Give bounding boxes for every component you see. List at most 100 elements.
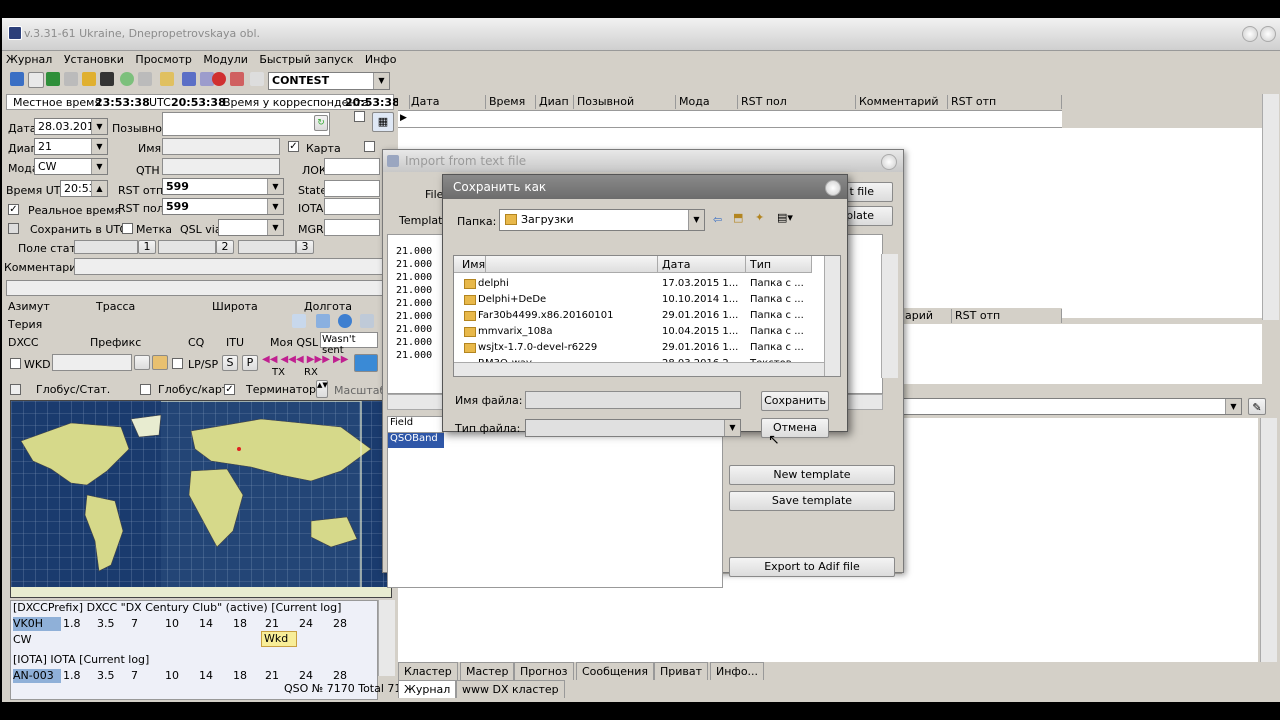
stat-field-1[interactable]: [74, 240, 138, 254]
cluster-scrollbar[interactable]: [1260, 418, 1277, 662]
tab-messages[interactable]: Сообщения: [576, 662, 655, 680]
search-icon[interactable]: [64, 72, 78, 86]
mgr-input[interactable]: [324, 219, 380, 236]
callsign-input[interactable]: [162, 112, 330, 136]
iota-input[interactable]: [324, 198, 380, 215]
col-date[interactable]: Дата: [658, 256, 746, 273]
col-rst-rcvd[interactable]: RST пол: [738, 95, 856, 109]
file-list-vscroll[interactable]: [824, 256, 840, 376]
new-template-button[interactable]: New template: [729, 465, 895, 485]
save-utc-checkbox[interactable]: [8, 223, 19, 234]
chevron-down-icon[interactable]: ▼: [1225, 399, 1241, 414]
back-icon[interactable]: ⇦: [713, 213, 722, 226]
photo-icon[interactable]: [292, 314, 306, 328]
import-preview-vscroll[interactable]: [881, 254, 898, 378]
realtime-checkbox[interactable]: ✓: [8, 204, 19, 215]
date-field[interactable]: 28.03.2016 ▼: [34, 118, 108, 135]
qso-grid-scrollbar[interactable]: [1262, 94, 1279, 320]
col-name[interactable]: Имя ▴: [454, 256, 658, 273]
import-close-button[interactable]: [881, 154, 897, 170]
globe-map-checkbox[interactable]: [140, 384, 151, 395]
minimize-button[interactable]: [1242, 26, 1258, 42]
chevron-down-icon[interactable]: ▼: [373, 73, 389, 89]
chevron-down-icon[interactable]: ▼: [267, 199, 283, 214]
name-input[interactable]: [162, 138, 280, 155]
save-icon[interactable]: [100, 72, 114, 86]
record-icon[interactable]: [212, 72, 226, 86]
chevron-down-icon[interactable]: ▼: [91, 139, 107, 154]
forward-icon[interactable]: [138, 72, 152, 86]
open-icon[interactable]: [28, 72, 44, 88]
wkd-button-2[interactable]: [152, 355, 168, 370]
qslvia-combo[interactable]: ▼: [218, 219, 284, 236]
col-date[interactable]: Дата: [408, 95, 486, 109]
col-callsign[interactable]: Позывной: [574, 95, 676, 109]
map-checkbox[interactable]: ✓: [288, 141, 299, 152]
new-folder-icon[interactable]: ✦: [755, 211, 764, 224]
top-checkbox[interactable]: [354, 111, 365, 122]
user-icon[interactable]: [250, 72, 264, 86]
col-band[interactable]: Диап: [536, 95, 574, 109]
tab-private[interactable]: Приват: [654, 662, 709, 680]
terminator-checkbox[interactable]: ✓: [224, 384, 235, 395]
map-icon[interactable]: [316, 314, 330, 328]
col-type[interactable]: Тип: [746, 256, 812, 273]
menu-quick-launch[interactable]: Быстрый запуск: [255, 51, 357, 68]
qth-input[interactable]: [162, 158, 280, 175]
tab-cluster[interactable]: Кластер: [398, 662, 458, 680]
list-item[interactable]: delphi 17.03.2015 1... Папка с ...: [454, 276, 824, 292]
calendar-icon[interactable]: ▦: [372, 112, 394, 132]
menu-view[interactable]: Просмотр: [131, 51, 195, 68]
folder-combo[interactable]: Загрузки ▼: [499, 209, 705, 231]
chevron-down-icon[interactable]: ▼: [724, 420, 740, 436]
menu-info[interactable]: Инфо: [361, 51, 401, 68]
col-mode[interactable]: Мода: [676, 95, 738, 109]
chevron-down-icon[interactable]: ▼: [267, 179, 283, 194]
list-item[interactable]: mmvarix_108a 10.04.2015 1... Папка с ...: [454, 324, 824, 340]
qso-grid-row[interactable]: ▶: [398, 111, 1062, 128]
view-menu-icon[interactable]: ▤▾: [777, 211, 793, 224]
list-item[interactable]: Delphi+DeDe 10.10.2014 1... Папка с ...: [454, 292, 824, 308]
state-input[interactable]: [324, 180, 380, 197]
stop-icon[interactable]: [182, 72, 196, 86]
wkd-checkbox[interactable]: [10, 358, 21, 369]
utc-time-field[interactable]: 20:53 ▲: [60, 180, 108, 197]
export-adif-button[interactable]: Export to Adif file: [729, 557, 895, 577]
wkd-field[interactable]: [52, 354, 132, 371]
chevron-down-icon[interactable]: ▼: [91, 119, 107, 134]
ie-icon[interactable]: [338, 314, 352, 328]
close-button[interactable]: [1260, 26, 1276, 42]
pause-icon[interactable]: [160, 72, 174, 86]
menu-settings[interactable]: Установки: [60, 51, 128, 68]
globe-icon[interactable]: [46, 72, 60, 86]
list-item[interactable]: Far30b4499.x86.20160101 29.01.2016 1... Па…: [454, 308, 824, 324]
tab-journal[interactable]: Журнал: [398, 680, 457, 698]
chevron-down-icon[interactable]: ▼: [267, 220, 283, 235]
stat-field-3[interactable]: [238, 240, 296, 254]
world-map[interactable]: [10, 400, 392, 598]
col-time[interactable]: Время: [486, 95, 536, 109]
mode-combo[interactable]: CW ▼: [34, 158, 108, 175]
map-checkbox-2[interactable]: [364, 141, 375, 152]
rst-rcvd-combo[interactable]: 599 ▼: [162, 198, 284, 215]
up-folder-icon[interactable]: ⬒: [733, 211, 743, 224]
filetype-combo[interactable]: ▼: [525, 419, 741, 437]
play-icon[interactable]: [120, 72, 134, 86]
tab-www-cluster[interactable]: www DX кластер: [456, 680, 565, 698]
lpsp-checkbox[interactable]: [172, 358, 183, 369]
stat-button-2[interactable]: 2: [216, 240, 234, 254]
spin-icon[interactable]: ▲: [91, 181, 107, 196]
col-rst-sent[interactable]: RST отп: [948, 95, 1062, 109]
new-icon[interactable]: [10, 72, 24, 86]
scale-spin[interactable]: ▲▼: [316, 380, 328, 398]
band-combo[interactable]: 21 ▼: [34, 138, 108, 155]
save-button[interactable]: Сохранить: [761, 391, 829, 411]
field-list-item[interactable]: QSOBand: [388, 433, 444, 448]
save-template-button[interactable]: Save template: [729, 491, 895, 511]
stat-button-1[interactable]: 1: [138, 240, 156, 254]
stat-field-2[interactable]: [158, 240, 216, 254]
save-as-close-button[interactable]: [825, 180, 841, 196]
file-list-hscroll[interactable]: [454, 362, 824, 376]
rst-sent-combo[interactable]: 599 ▼: [162, 178, 284, 195]
tab-master[interactable]: Мастер: [460, 662, 515, 680]
